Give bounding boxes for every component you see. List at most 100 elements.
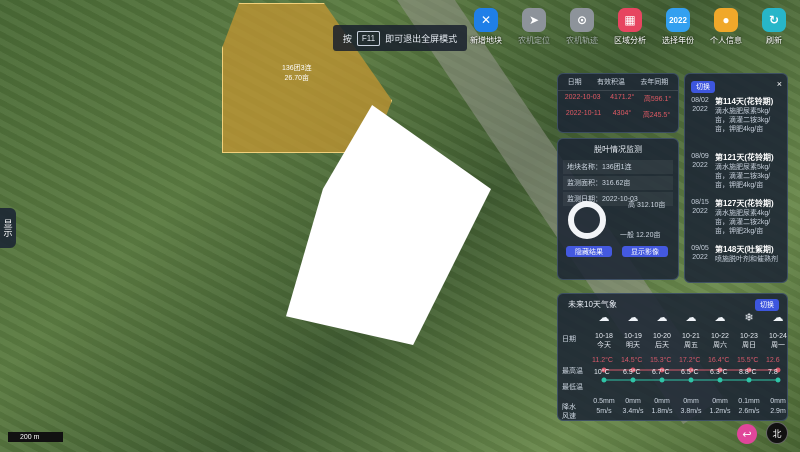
toolbar-button-4[interactable]: 2022 选择年份 [660, 8, 696, 46]
weather-date: 10-23 [740, 333, 758, 340]
event-title: 第127天(花铃期) [715, 199, 774, 208]
accumulated-temp-panel: 日期 有效积温 去年同期 2022-10-03 4171.2° 高596.1° … [557, 73, 679, 133]
grid-icon: ▦ [618, 8, 642, 32]
location-pin-icon: ⊙ [570, 8, 594, 32]
low-temp-point [659, 377, 665, 383]
toolbar-button-5[interactable]: ● 个人信息 [708, 8, 744, 46]
weather-wind: 1.8m/s [651, 408, 673, 415]
cell: 4304° [612, 110, 632, 117]
event-date-day: 08/02 [691, 97, 709, 104]
snow-cloud-icon: ❄ [744, 312, 754, 324]
back-icon[interactable]: ↩ [737, 424, 757, 444]
weather-high-temp: 15.3°C [650, 357, 672, 364]
event-date: 08/02 2022 [689, 96, 711, 134]
farming-record-panel: 切换 × 08/02 2022 第114天(花铃期) 滴水施肥尿素5kg/亩，滴灌二铵… [684, 73, 788, 283]
toolbar-button-6[interactable]: ↻ 刷新 [756, 8, 792, 46]
donut-mid-label: 一般 12.20亩 [620, 232, 661, 239]
close-icon[interactable]: × [777, 79, 782, 89]
compass-icon: 北 [766, 422, 788, 444]
event-date-year: 2022 [692, 254, 708, 261]
weather-panel: 未来10天气象 切换 日期 最高温 最低温 降水 风速 ☁ 10-18 今天 11.2… [557, 293, 788, 421]
event-date-day: 08/09 [691, 153, 709, 160]
weather-wind: 3.8m/s [680, 408, 702, 415]
weather-weekday: 周六 [713, 342, 727, 349]
toolbar-label: 刷新 [766, 36, 782, 45]
toolbar-button-3[interactable]: ▦ 区域分析 [612, 8, 648, 46]
cell: 2022-10-03 [564, 94, 601, 101]
show-image-button[interactable]: 显示影像 [622, 246, 668, 257]
toolbar-button-1[interactable]: ➤ 农机定位 [516, 8, 552, 46]
weather-day: 10-19 明天 [619, 332, 647, 350]
toolbar-label: 区域分析 [614, 36, 646, 45]
event-line: 亩，滴灌二铵3kg/ [715, 173, 771, 180]
partly-cloudy-icon: ☁ [685, 312, 697, 324]
weather-weekday: 周五 [684, 342, 698, 349]
event-line: 亩，滴灌二铵3kg/ [715, 117, 771, 124]
event-line: 亩，钾肥2kg/亩 [715, 228, 764, 235]
toolbar-button-0[interactable]: ✕ 新增地块 [468, 8, 504, 46]
weather-weekday: 后天 [655, 342, 669, 349]
col-temp: 有效积温 [596, 79, 625, 86]
event-date-year: 2022 [692, 106, 708, 113]
farming-event[interactable]: 08/09 2022 第121天(花铃期) 滴水施肥尿素5kg/亩，滴灌二铵3kg/亩… [689, 152, 785, 190]
show-side-panel-tab[interactable]: 显示 [0, 208, 16, 248]
farming-event[interactable]: 08/02 2022 第114天(花铃期) 滴水施肥尿素5kg/亩，滴灌二铵3kg/亩… [689, 96, 785, 134]
weather-wind: 1.2m/s [709, 408, 731, 415]
toolbar-label: 选择年份 [662, 36, 694, 45]
farming-switch-button[interactable]: 切换 [691, 81, 715, 93]
navigation-icon: ➤ [522, 8, 546, 32]
partly-cloudy-icon: ☁ [598, 312, 610, 324]
low-temp-point [775, 377, 781, 383]
field-label: 136团3连 26.70亩 [282, 64, 312, 84]
toolbar-label: 农机轨迹 [566, 36, 598, 45]
event-date-day: 09/05 [691, 245, 709, 252]
event-line: 滴水施肥尿素4kg/ [715, 210, 771, 217]
weather-date: 10-22 [711, 333, 729, 340]
user-icon: ● [714, 8, 738, 32]
weather-high-temp: 17.2°C [679, 357, 701, 364]
defoliation-panel: 脱叶情况监测 地块名称：136团1连 监测面积：316.62亩 监测日期：202… [557, 138, 679, 280]
weather-rain: 0mm [712, 398, 728, 405]
field-label-name: 136团3连 [282, 65, 312, 72]
cell: 2022-10-11 [565, 110, 602, 117]
event-body: 第121天(花铃期) 滴水施肥尿素5kg/亩，滴灌二铵3kg/亩，钾肥4kg/亩 [715, 152, 785, 190]
weather-date: 10-24 [769, 333, 787, 340]
cell: 高245.5° [642, 112, 671, 119]
low-temp-point [601, 377, 607, 383]
weather-wind: 2.9m [770, 408, 786, 415]
hide-result-button[interactable]: 隐藏结果 [566, 246, 612, 257]
toast-pre: 按 [342, 33, 352, 44]
weather-day: 10-22 周六 [706, 332, 734, 350]
weather-high-temp: 16.4°C [708, 357, 730, 364]
event-body: 第114天(花铃期) 滴水施肥尿素5kg/亩，滴灌二铵3kg/亩，钾肥4kg/亩 [715, 96, 785, 134]
weather-day: 10-20 后天 [648, 332, 676, 350]
weather-weekday: 明天 [626, 342, 640, 349]
event-line: 亩，钾肥4kg/亩 [715, 182, 764, 189]
partly-cloudy-icon: ☁ [627, 312, 639, 324]
weather-low-temp: 8.8°C [739, 369, 757, 376]
weather-high-temp: 12.6 [766, 357, 780, 364]
farming-event[interactable]: 09/05 2022 第148天(吐絮期) 喷施脱叶剂和催熟剂 [689, 244, 785, 264]
weather-low-temp: 6.3°C [710, 369, 728, 376]
event-date-year: 2022 [692, 208, 708, 215]
toast-key: F11 [356, 30, 381, 46]
weather-wind: 3.4m/s [622, 408, 644, 415]
weather-rain: 0.1mm [738, 398, 760, 405]
weather-low-temp: 6.5°C [681, 369, 699, 376]
weather-rain: 0mm [770, 398, 786, 405]
event-line: 亩，钾肥4kg/亩 [715, 126, 764, 133]
low-temp-point [688, 377, 694, 383]
farming-event[interactable]: 08/15 2022 第127天(花铃期) 滴水施肥尿素4kg/亩，滴灌二铵2kg/亩… [689, 198, 785, 236]
event-title: 第114天(花铃期) [715, 97, 774, 106]
weather-high-temp: 14.5°C [621, 357, 643, 364]
top-toolbar: ✕ 新增地块 ➤ 农机定位 ⊙ 农机轨迹 ▦ 区域分析 2022 选择年份 ● 个人信息 ↻ 刷新 [468, 8, 792, 46]
event-title: 第121天(花铃期) [715, 153, 774, 162]
low-temp-point [630, 377, 636, 383]
weather-day: 10-23 周日 [735, 332, 763, 350]
partly-cloudy-icon: ☁ [772, 312, 784, 324]
weather-rain: 0mm [625, 398, 641, 405]
weather-wind: 2.6m/s [738, 408, 760, 415]
scale-bar: 200 m [8, 432, 63, 442]
weather-weekday: 周日 [742, 342, 756, 349]
toolbar-button-2[interactable]: ⊙ 农机轨迹 [564, 8, 600, 46]
